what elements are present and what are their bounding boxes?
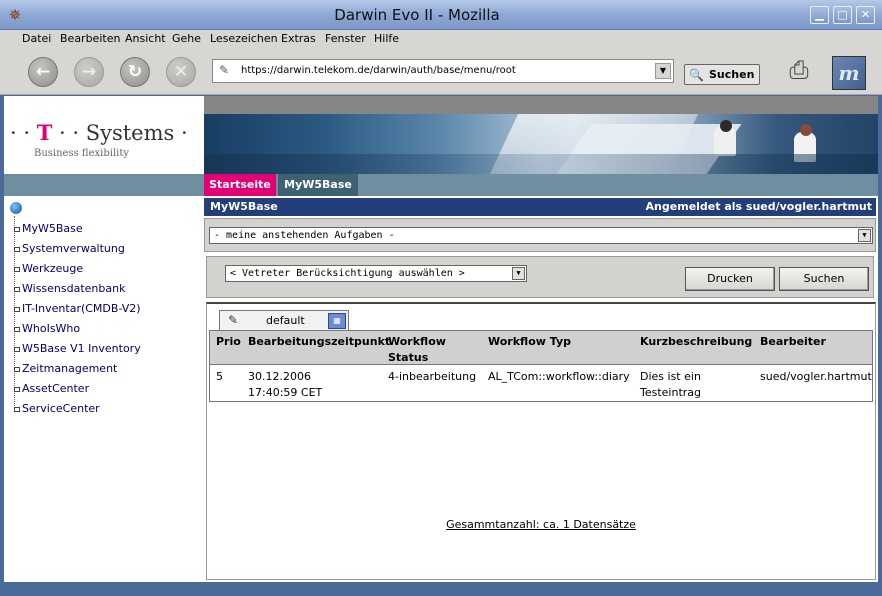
sidebar-item-label: WhoIsWho <box>22 322 81 335</box>
magnifier-icon: 🔍 <box>689 68 704 82</box>
tree-node-icon <box>14 306 20 312</box>
main-header-bar: MyW5Base Angemeldet als sued/vogler.hart… <box>204 198 876 216</box>
sidebar-item-systemverwaltung[interactable]: Systemverwaltung <box>14 242 125 255</box>
print-icon[interactable]: ⎙ <box>782 54 816 86</box>
close-icon[interactable]: ✕ <box>856 6 875 24</box>
sidebar-item-label: ServiceCenter <box>22 402 100 415</box>
cell-prio: 5 <box>216 370 223 383</box>
sidebar-item-label: Zeitmanagement <box>22 362 118 375</box>
cell-status: 4-inbearbeitung <box>388 370 477 383</box>
menu-ansicht[interactable]: Ansicht <box>125 32 166 45</box>
globe-icon[interactable] <box>10 202 22 214</box>
vertreter-select[interactable]: < Vetreter Berücksichtigung auswählen > … <box>225 265 527 282</box>
page-icon: ✎ <box>219 63 230 77</box>
sidebar-item-label: AssetCenter <box>22 382 90 395</box>
cell-bearbeiter: sued/vogler.hartmut <box>760 370 872 383</box>
tree-node-icon <box>14 366 20 372</box>
sidebar-item-label: MyW5Base <box>22 222 83 235</box>
tree-node-icon <box>14 346 20 352</box>
tree-node-icon <box>14 226 20 232</box>
edit-icon[interactable]: ✎ <box>228 313 238 327</box>
tree-node-icon <box>14 386 20 392</box>
sidebar-item-label: Wissensdatenbank <box>22 282 126 295</box>
sidebar-item-myw5base[interactable]: MyW5Base <box>14 222 83 235</box>
sidebar-item-label: W5Base V1 Inventory <box>22 342 141 355</box>
sidebar-item-wissensdatenbank[interactable]: Wissensdatenbank <box>14 282 125 295</box>
sidebar-item-label: Werkzeuge <box>22 262 84 275</box>
sidebar-item-whoiswho[interactable]: WhoIsWho <box>14 322 80 335</box>
tab-startseite[interactable]: Startseite <box>204 174 276 196</box>
menu-bearbeiten[interactable]: Bearbeiten <box>60 32 120 45</box>
result-panel: ✎ default ▦ Prio Bearbeitungszeitpunkt W… <box>206 302 876 580</box>
task-select-value: - meine anstehenden Aufgaben - <box>214 230 395 241</box>
forward-arrow-icon[interactable]: → <box>74 57 104 87</box>
sidebar-item-label: Systemverwaltung <box>22 242 125 255</box>
menu-fenster[interactable]: Fenster <box>325 32 366 45</box>
sidebar-item-werkzeuge[interactable]: Werkzeuge <box>14 262 83 275</box>
menu-extras[interactable]: Extras <box>281 32 316 45</box>
url-dropdown-icon[interactable]: ▼ <box>655 63 671 79</box>
window-bottom-frame <box>0 582 882 596</box>
tree-node-icon <box>14 246 20 252</box>
stop-icon[interactable]: ✕ <box>166 57 196 87</box>
brand-tagline: Business flexibility <box>34 148 130 159</box>
workflow-table: Prio Bearbeitungszeitpunkt Workflow Stat… <box>209 330 873 402</box>
sidebar-item-zeitmanagement[interactable]: Zeitmanagement <box>14 362 117 375</box>
tree-node-icon <box>14 286 20 292</box>
menu-lesezeichen[interactable]: Lesezeichen <box>210 32 278 45</box>
nav-strip <box>4 174 878 196</box>
tree-node-icon <box>14 266 20 272</box>
minimize-icon[interactable]: ▁ <box>810 6 829 24</box>
top-gray-strip <box>204 96 878 114</box>
task-select[interactable]: - meine anstehenden Aufgaben - ▼ <box>209 227 873 244</box>
cell-zeitpunkt: 30.12.2006 17:40:59 CET <box>248 370 323 399</box>
window-title: Darwin Evo II - Mozilla <box>334 6 500 24</box>
view-tab-default[interactable]: ✎ default ▦ <box>219 310 349 330</box>
tab-myw5base[interactable]: MyW5Base <box>278 174 358 196</box>
mozilla-logo-icon: m <box>832 56 866 90</box>
back-arrow-icon[interactable]: ← <box>28 57 58 87</box>
sidebar-item-assetcenter[interactable]: AssetCenter <box>14 382 89 395</box>
logged-in-status: Angemeldet als sued/vogler.hartmut <box>645 200 872 213</box>
window-titlebar: ✵ Darwin Evo II - Mozilla ▁ □ ✕ <box>0 0 882 30</box>
brand-area: · · T · · Systems · Business flexibility <box>4 96 204 174</box>
cell-typ: AL_TCom::workflow::diary <box>488 370 630 383</box>
filter-box: < Vetreter Berücksichtigung auswählen > … <box>206 256 874 298</box>
navigation-toolbar: ← → ↻ ✕ ✎ https://darwin.telekom.de/darw… <box>0 48 882 95</box>
search-submit-button[interactable]: Suchen <box>779 267 869 291</box>
chevron-down-icon[interactable]: ▼ <box>512 267 525 280</box>
menubar: Datei Bearbeiten Ansicht Gehe Lesezeiche… <box>0 30 882 48</box>
reload-icon[interactable]: ↻ <box>120 57 150 87</box>
main-header-title: MyW5Base <box>210 200 278 213</box>
menu-gehe[interactable]: Gehe <box>172 32 201 45</box>
maximize-icon[interactable]: □ <box>833 6 852 24</box>
menu-datei[interactable]: Datei <box>22 32 51 45</box>
url-text[interactable]: https://darwin.telekom.de/darwin/auth/ba… <box>241 65 516 76</box>
tree-node-icon <box>14 326 20 332</box>
t-systems-logo: · · T · · Systems · <box>10 120 188 145</box>
vertreter-select-value: < Vetreter Berücksichtigung auswählen > <box>230 268 465 279</box>
search-button-label: Suchen <box>709 68 755 81</box>
url-bar[interactable]: ✎ https://darwin.telekom.de/darwin/auth/… <box>212 59 674 83</box>
menu-hilfe[interactable]: Hilfe <box>374 32 399 45</box>
sidebar-item-servicecenter[interactable]: ServiceCenter <box>14 402 100 415</box>
total-count-link[interactable]: Gesammtanzahl: ca. 1 Datensätze <box>207 518 875 531</box>
cell-kurzbeschreibung: Dies ist ein Testeintrag <box>640 370 702 399</box>
chevron-down-icon[interactable]: ▼ <box>858 229 871 242</box>
view-tab-label: default <box>266 314 305 327</box>
search-button[interactable]: 🔍 Suchen <box>684 64 760 85</box>
sidebar-item-it-inventar[interactable]: IT-Inventar(CMDB-V2) <box>14 302 141 315</box>
print-button[interactable]: Drucken <box>685 267 775 291</box>
tree-node-icon <box>14 406 20 412</box>
sidebar: MyW5Base Systemverwaltung Werkzeuge Wiss… <box>4 196 204 582</box>
task-filter-box: - meine anstehenden Aufgaben - ▼ <box>204 218 876 252</box>
sailing-banner-image <box>204 114 878 174</box>
table-row[interactable]: 5 30.12.2006 17:40:59 CET 4-inbearbeitun… <box>210 331 872 401</box>
sidebar-item-w5base-v1-inventory[interactable]: W5Base V1 Inventory <box>14 342 141 355</box>
calendar-icon[interactable]: ▦ <box>328 313 346 329</box>
sidebar-item-label: IT-Inventar(CMDB-V2) <box>22 302 141 315</box>
